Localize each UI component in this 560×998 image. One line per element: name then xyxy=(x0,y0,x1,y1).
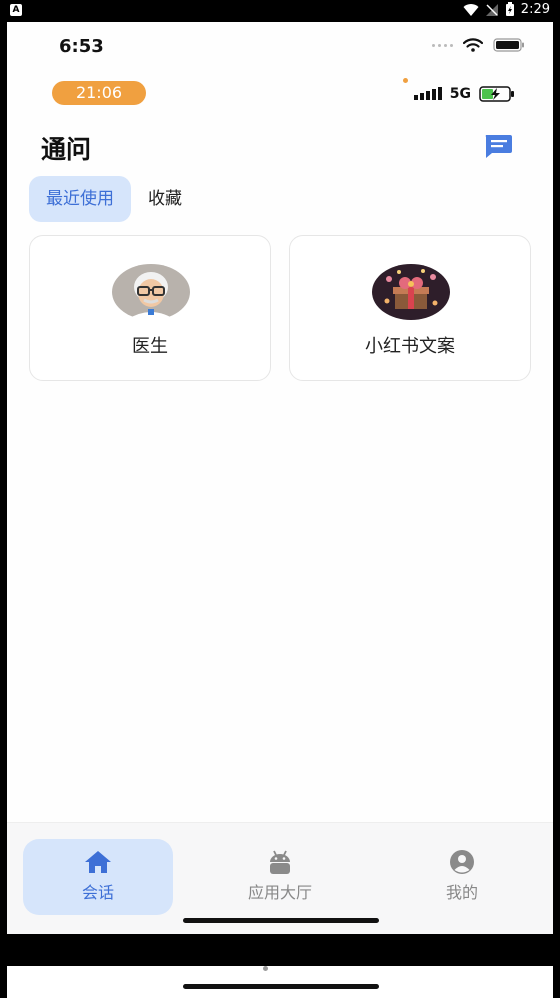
lower-strip xyxy=(7,966,553,998)
android-icon xyxy=(270,850,290,874)
network-label: 5G xyxy=(449,86,471,102)
doctor-avatar-icon xyxy=(111,263,191,321)
person-icon xyxy=(450,850,474,874)
wifi-icon xyxy=(463,38,483,52)
notification-badge: A xyxy=(10,4,22,16)
tab-favorites[interactable]: 收藏 xyxy=(131,176,199,222)
gesture-bar[interactable] xyxy=(183,984,379,989)
card-name: 小红书文案 xyxy=(365,336,455,357)
android-clock: 2:29 xyxy=(520,2,550,17)
tab-recent[interactable]: 最近使用 xyxy=(29,176,131,222)
tab-bar: 最近使用 收藏 xyxy=(29,176,199,222)
nav-item-chat[interactable]: 会话 xyxy=(23,839,173,915)
android-status-bar: A 2:29 xyxy=(0,0,560,22)
home-indicator[interactable] xyxy=(183,918,379,923)
ios-status-bar: 6:53 xyxy=(7,22,553,72)
nav-item-app-hall[interactable]: 应用大厅 xyxy=(205,839,355,915)
wifi-icon xyxy=(463,3,479,16)
ios-status-right xyxy=(432,38,525,52)
assistant-card-doctor[interactable]: 医生 xyxy=(29,235,271,381)
ios-clock: 6:53 xyxy=(59,36,104,57)
home-icon xyxy=(85,851,111,873)
page-title: 通问 xyxy=(41,135,92,164)
inner-status-right: 5G xyxy=(413,86,515,102)
nav-label: 我的 xyxy=(445,883,478,902)
no-signal-icon xyxy=(485,3,498,16)
assistant-card-xiaohongshu[interactable]: 小红书文案 xyxy=(289,235,531,381)
nav-item-me[interactable]: 我的 xyxy=(387,839,537,915)
card-name: 医生 xyxy=(132,336,168,357)
indicator-dot xyxy=(263,966,268,971)
signal-bars-icon xyxy=(413,87,442,100)
inner-status-bar: 21:06 5G xyxy=(7,78,553,108)
nav-label: 会话 xyxy=(81,883,114,902)
android-status-right: 2:29 xyxy=(463,2,550,17)
signal-dots-icon xyxy=(432,43,453,47)
chat-icon[interactable] xyxy=(483,133,513,159)
nav-label: 应用大厅 xyxy=(247,883,312,902)
battery-icon xyxy=(505,2,514,16)
app-screen: 6:53 21:06 5G 通问 最近使用 收藏 医生 小红书文案 会话 应用大… xyxy=(7,22,553,934)
battery-icon xyxy=(493,38,524,52)
gift-box-avatar-icon xyxy=(371,263,451,321)
time-pill: 21:06 xyxy=(52,81,146,105)
indicator-dot xyxy=(403,78,408,83)
charging-battery-icon xyxy=(479,86,514,102)
